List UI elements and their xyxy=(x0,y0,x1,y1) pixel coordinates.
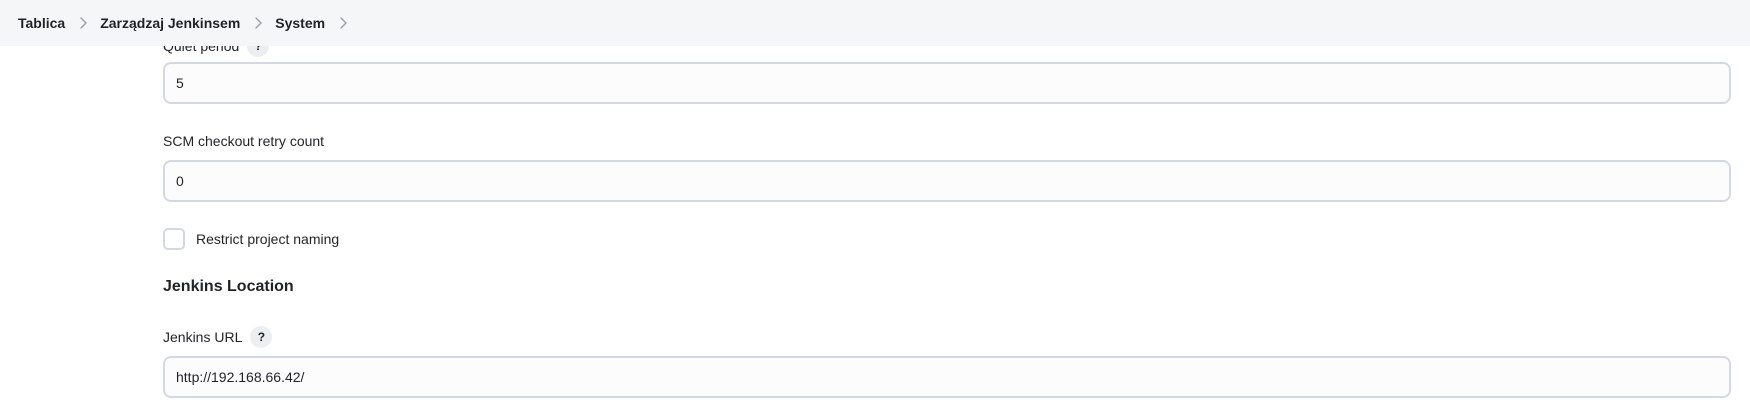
scm-retry-label-text: SCM checkout retry count xyxy=(163,133,325,149)
jenkins-url-label-text: Jenkins URL xyxy=(163,329,243,345)
chevron-right-icon[interactable] xyxy=(325,13,360,33)
scm-retry-label: SCM checkout retry count xyxy=(163,133,324,149)
quiet-period-input[interactable] xyxy=(163,62,1731,104)
scm-retry-input[interactable] xyxy=(163,160,1731,202)
breadcrumb-item-manage-jenkins[interactable]: Zarządzaj Jenkinsem xyxy=(100,15,240,31)
chevron-right-icon xyxy=(65,13,100,33)
jenkins-url-help-icon[interactable]: ? xyxy=(250,326,273,348)
chevron-right-icon xyxy=(240,13,275,33)
restrict-naming-label: Restrict project naming xyxy=(196,231,340,247)
breadcrumb-item-dashboard[interactable]: Tablica xyxy=(18,15,65,31)
jenkins-url-label: Jenkins URL ? xyxy=(163,326,273,348)
restrict-naming-checkbox[interactable] xyxy=(163,228,185,250)
restrict-naming-row[interactable]: Restrict project naming xyxy=(163,228,339,250)
jenkins-system-config-page: Quiet period ? SCM checkout retry count … xyxy=(0,0,1750,415)
config-form: Quiet period ? SCM checkout retry count … xyxy=(0,0,1750,415)
breadcrumb-item-system[interactable]: System xyxy=(275,15,325,31)
jenkins-location-title: Jenkins Location xyxy=(163,278,294,295)
jenkins-url-input[interactable] xyxy=(163,356,1731,398)
breadcrumb: Tablica Zarządzaj Jenkinsem System xyxy=(0,0,1750,46)
